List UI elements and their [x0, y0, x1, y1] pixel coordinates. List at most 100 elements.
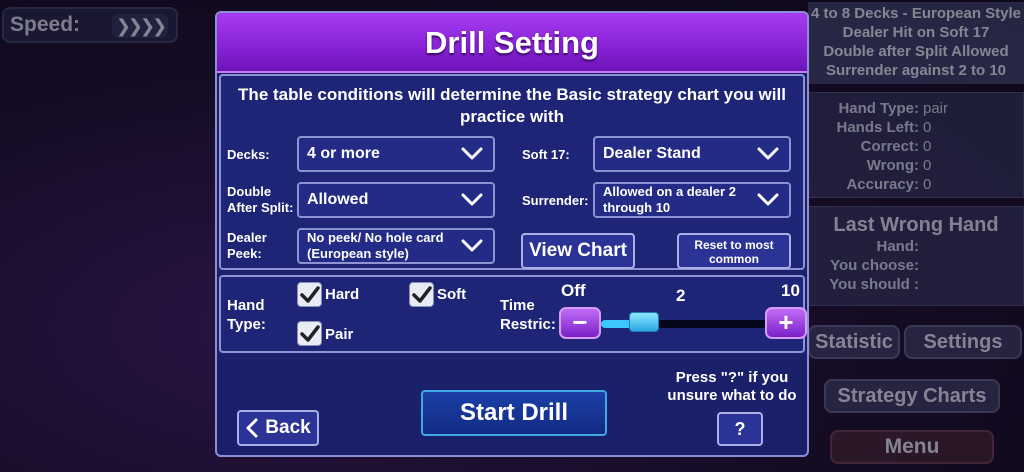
- stat-value: 0: [923, 157, 932, 174]
- hard-checkbox[interactable]: [297, 282, 322, 307]
- dialog-title: Drill Setting: [425, 25, 599, 60]
- rule-line: 4 to 8 Decks - European Style: [810, 5, 1022, 22]
- peek-value-line2: (European style): [307, 246, 409, 261]
- chevron-down-icon: [461, 193, 483, 206]
- time-label-line2: Restric:: [500, 316, 556, 333]
- speed-label: Speed:: [10, 13, 81, 36]
- stat-row: Correct: 0: [809, 137, 1023, 156]
- stat-value: 0: [923, 176, 932, 193]
- das-label-line1: Double: [227, 184, 272, 199]
- speed-control[interactable]: Speed: ❯❯❯❯: [2, 7, 178, 43]
- time-minus-button[interactable]: −: [559, 307, 601, 339]
- decks-label: Decks:: [227, 147, 270, 162]
- decks-select[interactable]: 4 or more: [297, 136, 495, 172]
- time-restriction-label: Time Restric:: [500, 296, 556, 334]
- conditions-note: The table conditions will determine the …: [238, 85, 786, 126]
- reset-label-line2: common: [708, 252, 759, 266]
- drill-options-panel: Hand Type: Hard Soft Pair Time Restric: …: [219, 275, 807, 353]
- peek-label: Dealer Peek:: [227, 230, 267, 262]
- checkmark-icon: [412, 286, 432, 303]
- peek-label-line1: Dealer: [227, 230, 267, 245]
- stat-label: Hands Left:: [836, 119, 920, 136]
- help-hint: Press "?" if you unsure what to do: [657, 369, 807, 405]
- time-plus-button[interactable]: +: [765, 307, 807, 339]
- help-hint-line2: unsure what to do: [667, 387, 797, 404]
- lwh-row: You should :: [809, 275, 1023, 294]
- surrender-value: Allowed on a dealer 2 through 10: [603, 184, 736, 216]
- last-wrong-hand-panel: Last Wrong Hand Hand: You choose: You sh…: [808, 206, 1024, 306]
- chevron-down-icon: [757, 193, 779, 206]
- stat-row: Accuracy: 0: [809, 175, 1023, 194]
- statistic-button[interactable]: Statistic: [808, 325, 900, 359]
- speed-arrows-icon[interactable]: ❯❯❯❯: [112, 14, 168, 38]
- rule-line: Double after Split Allowed: [823, 43, 1009, 60]
- peek-value-line1: No peek/ No hole card: [307, 230, 444, 245]
- back-button[interactable]: Back: [237, 410, 319, 446]
- settings-button[interactable]: Settings: [904, 325, 1022, 359]
- slider-max-label: 10: [781, 281, 800, 300]
- pair-checkbox[interactable]: [297, 321, 322, 346]
- surrender-select[interactable]: Allowed on a dealer 2 through 10: [593, 182, 791, 218]
- checkmark-icon: [300, 325, 320, 342]
- reset-label-line1: Reset to most: [694, 238, 774, 252]
- stat-label: Wrong:: [866, 157, 919, 174]
- view-chart-button[interactable]: View Chart: [521, 233, 635, 269]
- surrender-value-line1: Allowed on a dealer 2: [603, 184, 736, 199]
- decks-value: 4 or more: [307, 145, 380, 162]
- pair-label: Pair: [325, 326, 354, 343]
- help-button[interactable]: ?: [717, 412, 763, 446]
- hard-label: Hard: [325, 286, 360, 303]
- lwh-label: Hand:: [876, 238, 920, 255]
- stat-label: Hand Type:: [838, 100, 919, 117]
- help-hint-line1: Press "?" if you: [675, 369, 789, 386]
- back-label: Back: [265, 417, 311, 438]
- hand-type-label-line2: Type:: [227, 316, 266, 333]
- hand-type-label-line1: Hand: [227, 297, 265, 314]
- peek-label-line2: Peek:: [227, 246, 262, 261]
- rule-line: Dealer Hit on Soft 17: [842, 24, 990, 41]
- stat-label: Accuracy:: [846, 176, 919, 193]
- reset-to-common-button[interactable]: Reset to most common: [677, 233, 791, 269]
- last-wrong-hand-title: Last Wrong Hand: [833, 214, 999, 236]
- peek-value: No peek/ No hole card (European style): [307, 230, 444, 262]
- das-value: Allowed: [307, 191, 369, 208]
- chevron-down-icon: [461, 239, 483, 252]
- surrender-value-line2: through 10: [603, 200, 671, 215]
- menu-button[interactable]: Menu: [830, 430, 994, 464]
- slider-min-label: Off: [561, 281, 586, 300]
- lwh-label: You choose:: [830, 257, 919, 274]
- lwh-label: You should :: [829, 276, 919, 293]
- chevron-left-icon: [246, 418, 258, 438]
- time-label-line1: Time: [500, 297, 535, 314]
- slider-value-label: 2: [676, 286, 686, 305]
- hand-type-label: Hand Type:: [227, 296, 266, 334]
- das-select[interactable]: Allowed: [297, 182, 495, 218]
- das-label-line2: After Split:: [227, 200, 294, 215]
- drill-setting-dialog: Drill Setting The table conditions will …: [215, 11, 809, 457]
- stat-label: Correct:: [860, 138, 919, 155]
- surrender-label: Surrender:: [522, 193, 589, 208]
- table-conditions-panel: The table conditions will determine the …: [219, 74, 805, 270]
- lwh-row: You choose:: [809, 256, 1023, 275]
- stat-value: pair: [923, 100, 949, 117]
- stat-value: 0: [923, 119, 932, 136]
- stat-row: Hands Left: 0: [809, 118, 1023, 137]
- checkmark-icon: [300, 286, 320, 303]
- start-drill-button[interactable]: Start Drill: [421, 390, 607, 436]
- peek-select[interactable]: No peek/ No hole card (European style): [297, 228, 495, 264]
- time-slider-thumb[interactable]: [629, 312, 659, 332]
- soft-checkbox[interactable]: [409, 282, 434, 307]
- rule-line: Surrender against 2 to 10: [825, 62, 1007, 79]
- soft17-value: Dealer Stand: [603, 145, 701, 162]
- soft17-label: Soft 17:: [522, 147, 570, 162]
- time-slider-track[interactable]: [601, 320, 771, 328]
- strategy-charts-button[interactable]: Strategy Charts: [824, 379, 1000, 413]
- soft17-select[interactable]: Dealer Stand: [593, 136, 791, 172]
- rules-summary: 4 to 8 Decks - European Style Dealer Hit…: [808, 2, 1024, 84]
- stat-row: Wrong: 0: [809, 156, 1023, 175]
- das-label: Double After Split:: [227, 184, 293, 216]
- chevron-down-icon: [461, 147, 483, 160]
- soft-label: Soft: [437, 286, 467, 303]
- dialog-header: Drill Setting: [217, 13, 807, 73]
- stat-row: Hand Type: pair: [809, 99, 1023, 118]
